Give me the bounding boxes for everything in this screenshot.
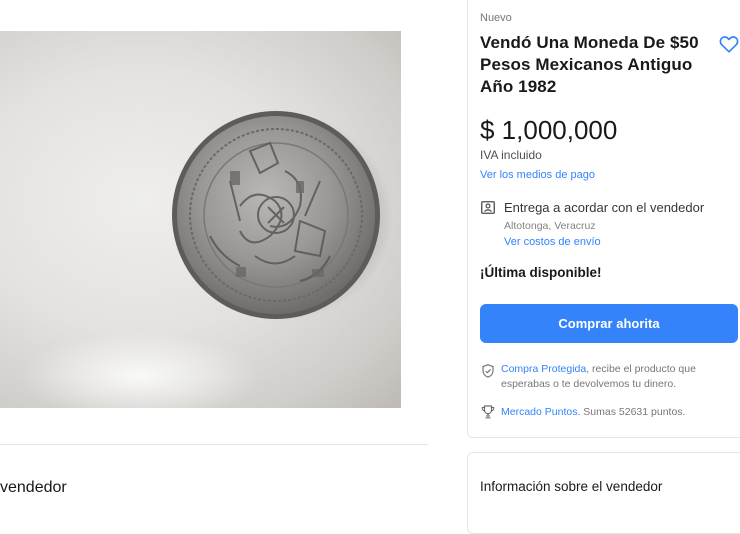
product-price: $ 1,000,000 — [480, 115, 618, 145]
stock-status: ¡Última disponible! — [480, 265, 602, 280]
heart-outline-icon[interactable] — [718, 33, 740, 55]
shipping-location: Altotonga, Veracruz — [504, 220, 596, 232]
person-card-icon — [481, 201, 495, 214]
loyalty-points: Mercado Puntos. Sumas 52631 puntos. — [501, 406, 685, 418]
shipping-costs-link[interactable]: Ver costos de envío — [504, 236, 601, 248]
section-divider — [0, 444, 428, 445]
product-title: Vendó Una Moneda De $50 Pesos Mexicanos … — [480, 33, 699, 96]
coin-image — [172, 111, 393, 321]
tax-note: IVA incluido — [480, 148, 542, 162]
shipping-method: Entrega a acordar con el vendedor — [504, 200, 705, 215]
protected-purchase-link[interactable]: Compra Protegida — [501, 363, 586, 375]
buy-now-button[interactable]: Comprar ahorita — [480, 304, 738, 343]
payment-methods-link[interactable]: Ver los medios de pago — [480, 169, 595, 181]
points-description: . Sumas 52631 puntos. — [577, 406, 686, 418]
item-condition: Nuevo — [480, 12, 512, 24]
product-photo[interactable] — [0, 31, 401, 408]
seller-info-title: Información sobre el vendedor — [480, 479, 663, 494]
shield-check-icon — [482, 364, 494, 378]
image-gallery-area: vendedor — [0, 0, 428, 499]
trophy-icon — [481, 405, 495, 419]
purchase-protection: Compra Protegida, recibe el producto que… — [501, 362, 726, 392]
mercado-points-link[interactable]: Mercado Puntos — [501, 406, 577, 418]
seller-section-heading: vendedor — [0, 479, 67, 496]
